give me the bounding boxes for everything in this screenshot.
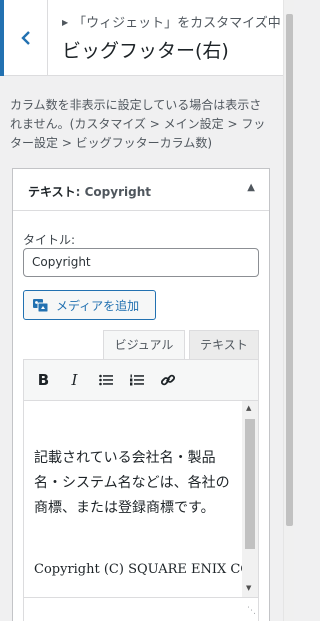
editor-content[interactable]: 記載されている会社名・製品名・システム名などは、各社の商標、または登録商標です。… bbox=[24, 401, 242, 597]
editor-paragraph: 記載されている会社名・製品名・システム名などは、各社の商標、または登録商標です。 bbox=[34, 450, 230, 516]
text-widget: テキスト: Copyright ▲ タイトル: Copyright メディアを追… bbox=[12, 168, 270, 621]
tab-text[interactable]: テキスト bbox=[189, 330, 259, 360]
scrollbar-thumb[interactable] bbox=[245, 419, 255, 549]
widget-top[interactable]: テキスト: Copyright ▲ bbox=[13, 169, 269, 211]
bold-icon[interactable]: B bbox=[28, 365, 59, 395]
title-label: タイトル: bbox=[23, 233, 76, 247]
editor-paragraph: Copyright (C) SQUARE ENIX CO., LTD. All … bbox=[34, 562, 242, 577]
customizer-panel: ▶ 「ウィジェット」をカスタマイズ中 ビッグフッター(右) カラム数を非表示に設定… bbox=[0, 0, 294, 621]
breadcrumb-text: 「ウィジェット」をカスタマイズ中 bbox=[73, 16, 280, 31]
widget-title: テキスト: Copyright bbox=[28, 183, 151, 200]
section-description: カラム数を非表示に設定している場合は表示されません。(カスタマイズ > メイン設… bbox=[10, 98, 266, 150]
scroll-down-icon[interactable]: ▼ bbox=[246, 584, 251, 592]
section-header: ▶ 「ウィジェット」をカスタマイズ中 ビッグフッター(右) bbox=[0, 0, 283, 76]
editor-toolbar: B I bbox=[23, 359, 259, 401]
add-media-button[interactable]: メディアを追加 bbox=[23, 290, 156, 320]
editor-scrollbar[interactable]: ▲ ▼ bbox=[242, 401, 258, 597]
back-chevron-icon bbox=[20, 31, 30, 45]
back-button[interactable] bbox=[0, 0, 48, 76]
italic-icon[interactable]: I bbox=[59, 365, 90, 395]
link-icon[interactable] bbox=[152, 365, 183, 395]
panel-scrollbar[interactable] bbox=[283, 0, 294, 621]
toggle-arrow-icon[interactable]: ▲ bbox=[247, 182, 255, 193]
page-title: ビッグフッター(右) bbox=[62, 40, 229, 62]
breadcrumb: ▶ 「ウィジェット」をカスタマイズ中 bbox=[62, 16, 280, 31]
numbered-list-icon[interactable] bbox=[121, 365, 152, 395]
scroll-up-icon[interactable]: ▲ bbox=[246, 404, 251, 412]
editor-resize-bar: ⋱ bbox=[24, 597, 258, 621]
widget-subtitle: : Copyright bbox=[75, 185, 151, 199]
tab-visual[interactable]: ビジュアル bbox=[103, 330, 185, 360]
add-media-icon bbox=[33, 299, 49, 313]
bullet-list-icon[interactable] bbox=[90, 365, 121, 395]
resize-handle-icon[interactable]: ⋱ bbox=[247, 606, 256, 616]
title-input[interactable]: Copyright bbox=[23, 248, 259, 277]
visual-editor[interactable]: 記載されている会社名・製品名・システム名などは、各社の商標、または登録商標です。… bbox=[23, 401, 259, 621]
panel-scrollbar-thumb[interactable] bbox=[286, 14, 293, 526]
widget-type-label: テキスト bbox=[28, 185, 76, 199]
add-media-label: メディアを追加 bbox=[56, 298, 140, 313]
